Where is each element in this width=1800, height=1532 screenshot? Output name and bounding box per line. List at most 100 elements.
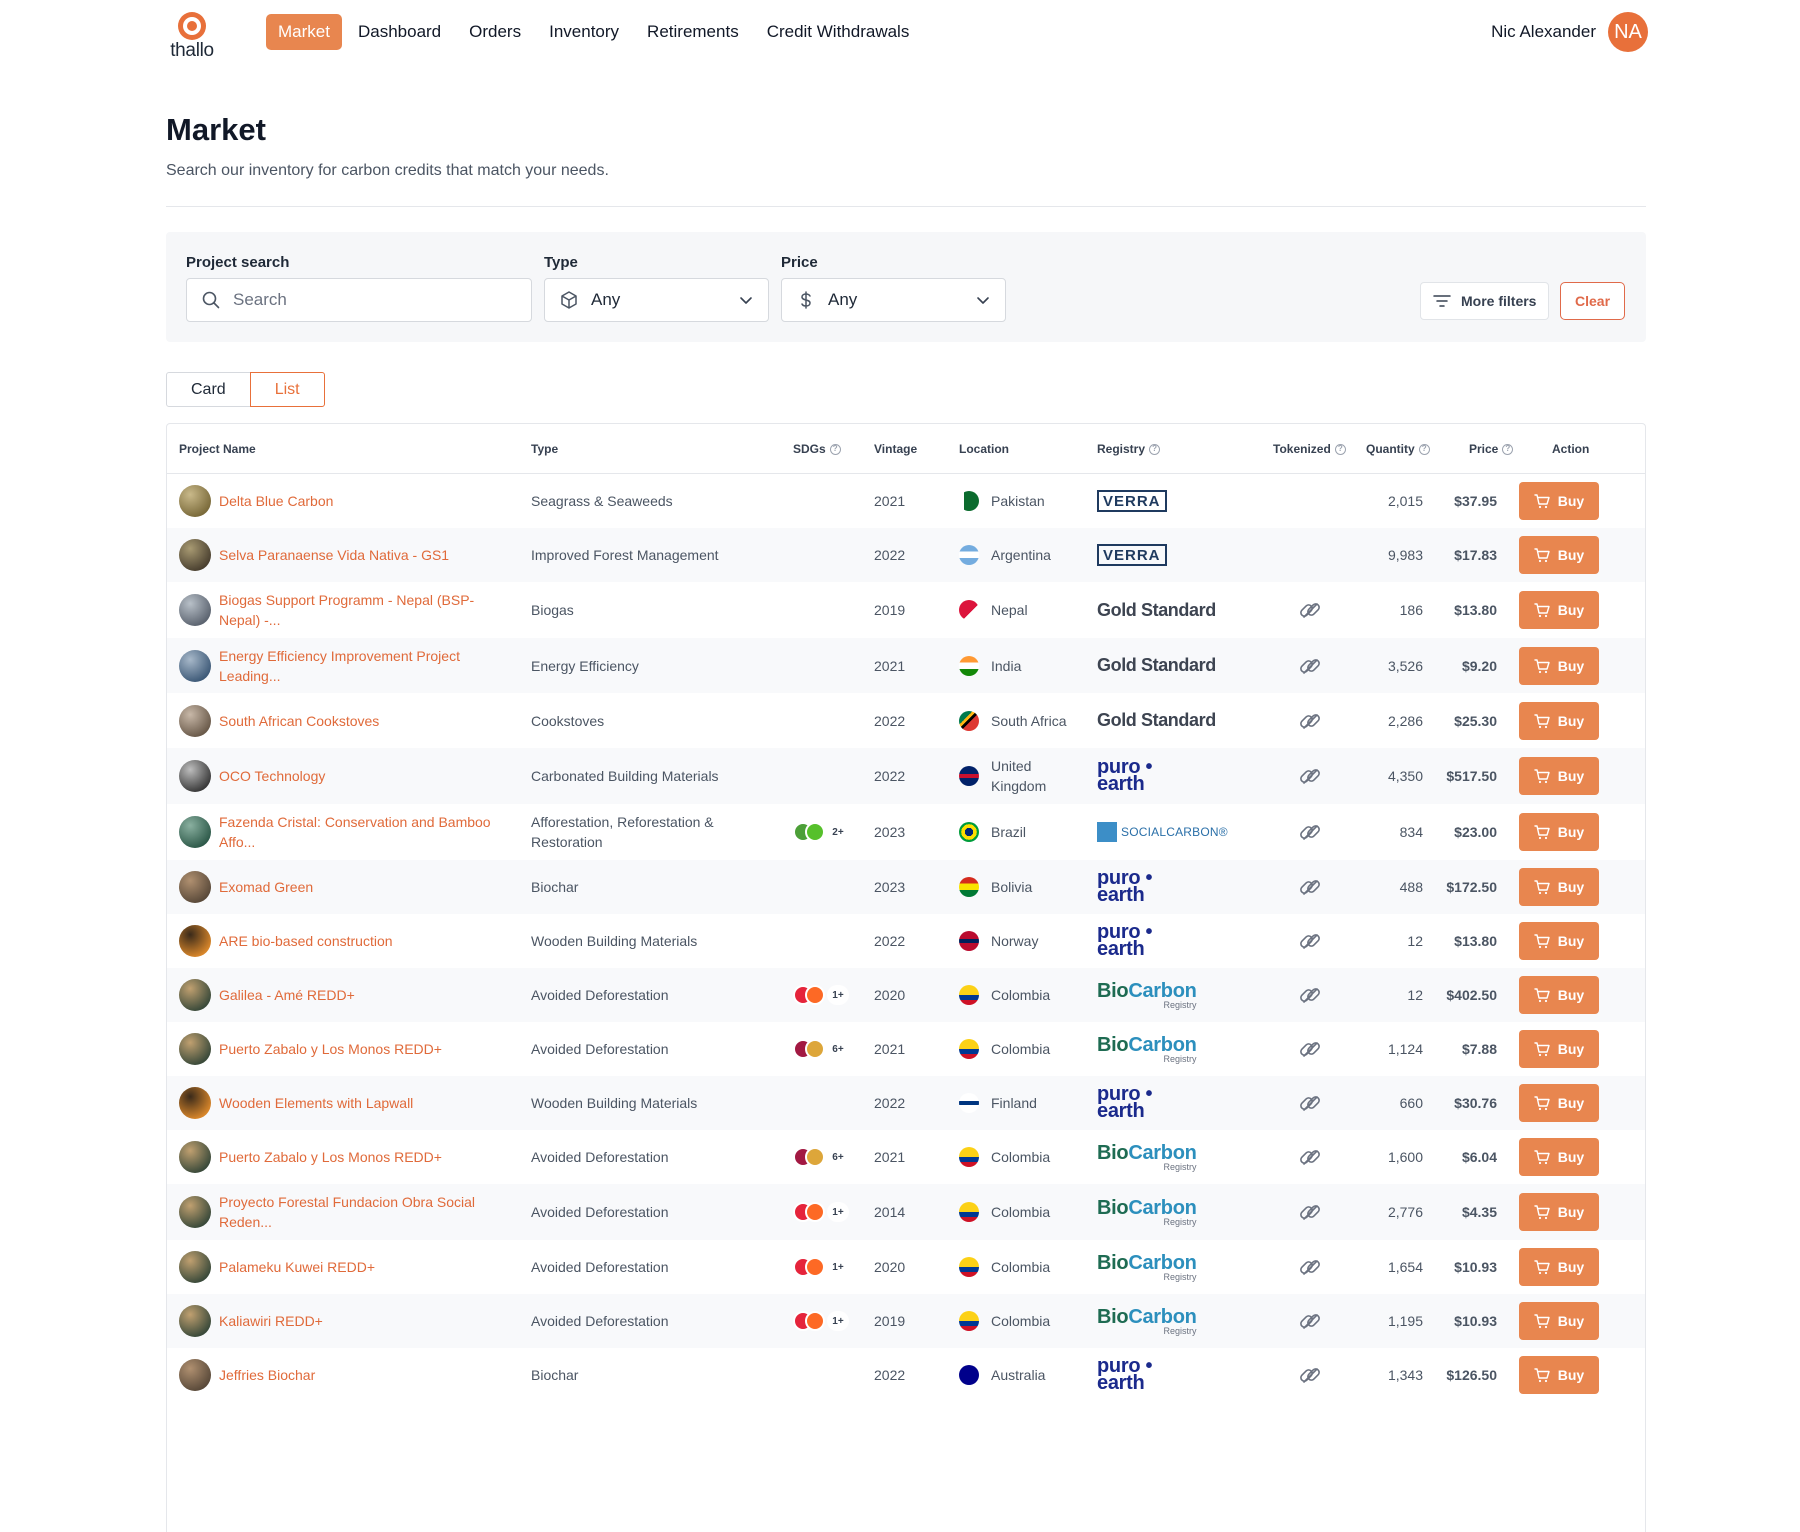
buy-button[interactable]: Buy bbox=[1519, 591, 1599, 629]
project-name-link[interactable]: Jeffries Biochar bbox=[219, 1348, 509, 1402]
avatar[interactable]: NA bbox=[1608, 12, 1648, 52]
table-row[interactable]: OCO Technology Carbonated Building Materi… bbox=[167, 748, 1645, 804]
project-name-link[interactable]: Biogas Support Programm - Nepal (BSP-Nep… bbox=[219, 582, 509, 638]
clear-filters-button[interactable]: Clear bbox=[1560, 282, 1626, 320]
table-row[interactable]: Kaliawiri REDD+ Avoided Deforestation 1+ 20… bbox=[167, 1294, 1645, 1348]
table-row[interactable]: Delta Blue Carbon Seagrass & Seaweeds 2021… bbox=[167, 474, 1645, 528]
sdg-badges[interactable]: 1+ bbox=[793, 1184, 863, 1240]
nav-credit-withdrawals[interactable]: Credit Withdrawals bbox=[755, 14, 922, 50]
buy-button[interactable]: Buy bbox=[1519, 1138, 1599, 1176]
socialcarbon-logo: SOCIALCARBON® bbox=[1097, 822, 1228, 842]
col-project-name[interactable]: Project Name bbox=[179, 442, 256, 456]
project-name-link[interactable]: Palameku Kuwei REDD+ bbox=[219, 1240, 509, 1294]
sdg-badges[interactable]: 2+ bbox=[793, 804, 863, 860]
table-row[interactable]: Jeffries Biochar Biochar 2022 Australia puro… bbox=[167, 1348, 1645, 1402]
table-row[interactable]: Wooden Elements with Lapwall Wooden Build… bbox=[167, 1076, 1645, 1130]
col-type[interactable]: Type bbox=[531, 442, 558, 456]
vintage: 2022 bbox=[874, 933, 906, 949]
buy-button[interactable]: Buy bbox=[1519, 757, 1599, 795]
project-name-link[interactable]: Exomad Green bbox=[219, 860, 509, 914]
price: $30.76 bbox=[1454, 1095, 1497, 1111]
sdg-badges[interactable]: 1+ bbox=[793, 968, 863, 1022]
tokenized-chain-icon bbox=[1297, 1294, 1323, 1348]
table-row[interactable]: Galilea - Amé REDD+ Avoided Deforestation… bbox=[167, 968, 1645, 1022]
col-tokenized[interactable]: Tokenized? bbox=[1273, 442, 1346, 456]
help-icon[interactable]: ? bbox=[829, 443, 841, 455]
table-row[interactable]: Exomad Green Biochar 2023 Bolivia puro • ear… bbox=[167, 860, 1645, 914]
table-row[interactable]: Selva Paranaense Vida Nativa - GS1 Improv… bbox=[167, 528, 1645, 582]
table-row[interactable]: Proyecto Forestal Fundacion Obra Social … bbox=[167, 1184, 1645, 1240]
col-vintage[interactable]: Vintage bbox=[874, 442, 917, 456]
buy-button[interactable]: Buy bbox=[1519, 1193, 1599, 1231]
table-row[interactable]: Energy Efficiency Improvement Project Le… bbox=[167, 638, 1645, 693]
sdg-badges[interactable]: 6+ bbox=[793, 1022, 863, 1076]
col-quantity[interactable]: Quantity? bbox=[1366, 442, 1430, 456]
card-view-button[interactable]: Card bbox=[166, 372, 251, 407]
market-table: Project Name Type SDGs? Vintage Location… bbox=[166, 423, 1646, 1532]
help-icon[interactable]: ? bbox=[1149, 443, 1161, 455]
project-thumbnail bbox=[179, 979, 211, 1011]
table-row[interactable]: Puerto Zabalo y Los Monos REDD+ Avoided D… bbox=[167, 1022, 1645, 1076]
sdg-badges[interactable]: 1+ bbox=[793, 1294, 863, 1348]
col-registry[interactable]: Registry? bbox=[1097, 442, 1161, 456]
nav-inventory[interactable]: Inventory bbox=[537, 14, 631, 50]
project-name-link[interactable]: Puerto Zabalo y Los Monos REDD+ bbox=[219, 1022, 509, 1076]
project-name-link[interactable]: ARE bio-based construction bbox=[219, 914, 509, 968]
nav-dashboard[interactable]: Dashboard bbox=[346, 14, 453, 50]
table-row[interactable]: ARE bio-based construction Wooden Buildin… bbox=[167, 914, 1645, 968]
sdg-badges[interactable]: 1+ bbox=[793, 1240, 863, 1294]
table-row[interactable]: Fazenda Cristal: Conservation and Bamboo… bbox=[167, 804, 1645, 860]
project-type: Biochar bbox=[531, 1367, 579, 1383]
list-view-button[interactable]: List bbox=[249, 372, 325, 407]
nav-retirements[interactable]: Retirements bbox=[635, 14, 751, 50]
buy-button[interactable]: Buy bbox=[1519, 646, 1599, 685]
project-type: Avoided Deforestation bbox=[531, 1259, 669, 1275]
help-icon[interactable]: ? bbox=[1334, 443, 1346, 455]
buy-button[interactable]: Buy bbox=[1519, 922, 1599, 960]
project-name-link[interactable]: Fazenda Cristal: Conservation and Bamboo… bbox=[219, 804, 509, 860]
project-name-link[interactable]: Energy Efficiency Improvement Project Le… bbox=[219, 638, 509, 693]
buy-button[interactable]: Buy bbox=[1519, 813, 1599, 851]
nav-market[interactable]: Market bbox=[266, 14, 342, 50]
search-input[interactable] bbox=[233, 290, 531, 310]
project-name-link[interactable]: Galilea - Amé REDD+ bbox=[219, 968, 509, 1022]
action-cell: Buy bbox=[1519, 693, 1599, 748]
country-flag-icon bbox=[959, 1202, 979, 1222]
more-filters-button[interactable]: More filters bbox=[1420, 282, 1550, 320]
project-name-link[interactable]: South African Cookstoves bbox=[219, 693, 509, 748]
project-name-link[interactable]: Delta Blue Carbon bbox=[219, 474, 509, 528]
project-name-link[interactable]: Kaliawiri REDD+ bbox=[219, 1294, 509, 1348]
buy-button[interactable]: Buy bbox=[1519, 976, 1599, 1014]
buy-button[interactable]: Buy bbox=[1519, 1084, 1599, 1122]
project-name-link[interactable]: Selva Paranaense Vida Nativa - GS1 bbox=[219, 528, 509, 582]
help-icon[interactable]: ? bbox=[1502, 443, 1514, 455]
table-row[interactable]: South African Cookstoves Cookstoves 2022 So… bbox=[167, 693, 1645, 748]
project-thumbnail bbox=[179, 1033, 211, 1065]
nav-orders[interactable]: Orders bbox=[457, 14, 533, 50]
price-select[interactable]: Any bbox=[781, 278, 1006, 322]
project-name-link[interactable]: OCO Technology bbox=[219, 748, 509, 804]
table-row[interactable]: Puerto Zabalo y Los Monos REDD+ Avoided D… bbox=[167, 1130, 1645, 1184]
buy-button[interactable]: Buy bbox=[1519, 701, 1599, 740]
buy-button[interactable]: Buy bbox=[1519, 1030, 1599, 1068]
type-select[interactable]: Any bbox=[544, 278, 769, 322]
table-row[interactable]: Biogas Support Programm - Nepal (BSP-Nep… bbox=[167, 582, 1645, 638]
buy-button[interactable]: Buy bbox=[1519, 482, 1599, 520]
buy-button[interactable]: Buy bbox=[1519, 536, 1599, 574]
col-location[interactable]: Location bbox=[959, 442, 1009, 456]
help-icon[interactable]: ? bbox=[1418, 443, 1430, 455]
sdg-badges[interactable]: 6+ bbox=[793, 1130, 863, 1184]
project-name-link[interactable]: Proyecto Forestal Fundacion Obra Social … bbox=[219, 1184, 509, 1240]
project-name-link[interactable]: Wooden Elements with Lapwall bbox=[219, 1076, 509, 1130]
buy-button[interactable]: Buy bbox=[1519, 1248, 1599, 1286]
search-field[interactable] bbox=[186, 278, 532, 322]
user-menu[interactable]: Nic Alexander NA bbox=[1491, 12, 1648, 52]
buy-button[interactable]: Buy bbox=[1519, 868, 1599, 906]
table-row[interactable]: Palameku Kuwei REDD+ Avoided Deforestatio… bbox=[167, 1240, 1645, 1294]
project-name-link[interactable]: Puerto Zabalo y Los Monos REDD+ bbox=[219, 1130, 509, 1184]
buy-button[interactable]: Buy bbox=[1519, 1302, 1599, 1340]
col-sdgs[interactable]: SDGs? bbox=[793, 442, 841, 456]
buy-button[interactable]: Buy bbox=[1519, 1356, 1599, 1394]
col-price[interactable]: Price? bbox=[1469, 442, 1514, 456]
thallo-logo[interactable]: thallo bbox=[166, 10, 218, 61]
